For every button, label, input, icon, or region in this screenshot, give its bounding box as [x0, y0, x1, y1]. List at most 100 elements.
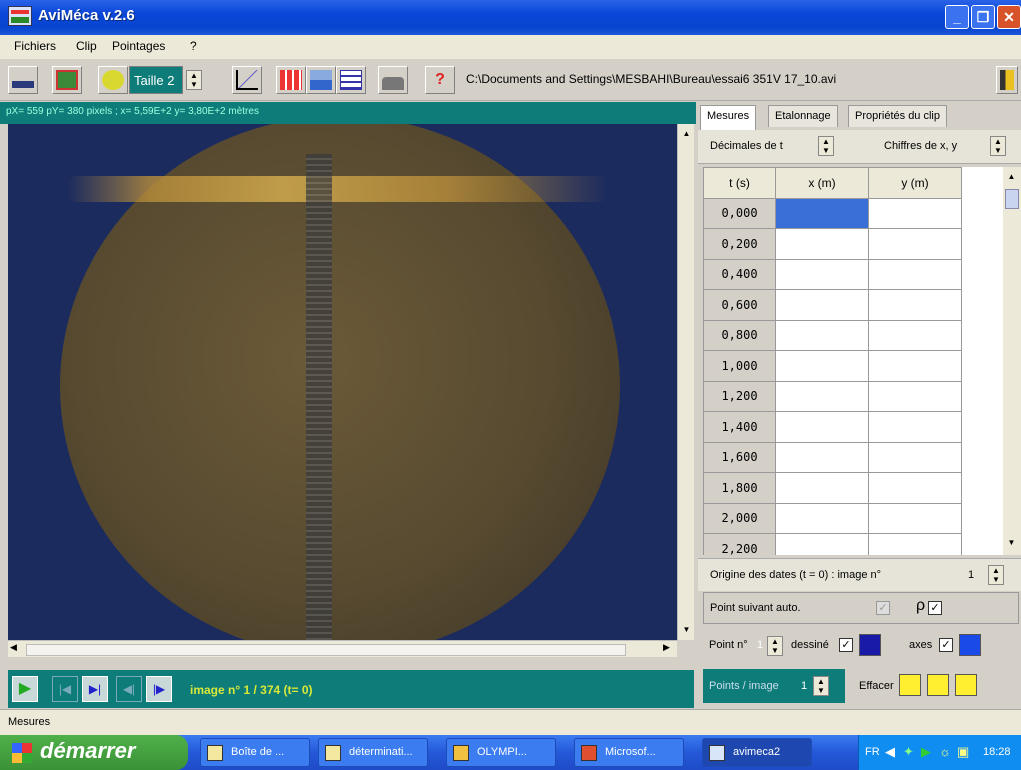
x-cell[interactable] [775, 319, 869, 351]
point-pin-checkbox[interactable]: ✓ [928, 601, 942, 615]
menu-pointages[interactable]: Pointages [112, 39, 165, 53]
scroll-up-icon[interactable]: ▲ [681, 126, 692, 142]
scroll-down-icon[interactable]: ▼ [681, 622, 692, 638]
y-cell[interactable] [868, 411, 962, 443]
next-frame-button[interactable]: ▶| [82, 676, 108, 702]
previous-frame-button[interactable]: ◀| [116, 676, 142, 702]
time-cell: 2,000 [703, 502, 776, 534]
graph-button[interactable] [232, 66, 262, 94]
origin-spinner[interactable]: ▲ ▼ [988, 565, 1004, 585]
video-horizontal-scrollbar[interactable]: ◀ ▶ [8, 640, 677, 657]
table-scrollbar[interactable]: ▲ ▼ [1003, 167, 1021, 555]
time-cell: 1,200 [703, 380, 776, 412]
x-cell[interactable] [775, 350, 869, 382]
x-cell[interactable] [775, 533, 869, 555]
point-color-button[interactable] [859, 634, 881, 656]
x-cell[interactable] [775, 502, 869, 534]
tab-etalonnage[interactable]: Etalonnage [768, 105, 838, 127]
table-scroll-up-icon[interactable]: ▲ [1006, 169, 1017, 185]
tray-media-icon[interactable]: ▶ [921, 744, 931, 760]
x-cell[interactable] [775, 228, 869, 260]
tray-app-icon[interactable]: ✦ [903, 744, 914, 760]
y-cell[interactable] [868, 533, 962, 555]
origin-tool-button[interactable] [98, 66, 128, 94]
task-microsoft[interactable]: Microsof... [574, 738, 684, 767]
exit-button[interactable] [996, 66, 1018, 94]
x-cell[interactable] [775, 380, 869, 412]
table-button[interactable] [276, 66, 306, 94]
video-frame[interactable] [8, 124, 677, 640]
table-scroll-thumb[interactable] [1005, 189, 1019, 209]
menu-clip[interactable]: Clip [76, 39, 97, 53]
points-image-spinner[interactable]: ▲ ▼ [813, 676, 829, 696]
menu-help[interactable]: ? [190, 39, 197, 53]
maximize-button[interactable]: ❐ [971, 5, 995, 29]
dessine-checkbox[interactable]: ✓ [839, 638, 853, 652]
play-button[interactable]: ▶ [12, 676, 38, 702]
last-frame-button[interactable]: |▶ [146, 676, 172, 702]
x-cell[interactable] [775, 289, 869, 321]
erase-line-button[interactable] [927, 674, 949, 696]
export-button[interactable] [336, 66, 366, 94]
decimals-t-label: Décimales de t [710, 140, 783, 152]
size-selector[interactable]: Taille 2 [129, 66, 183, 94]
decimals-t-spinner[interactable]: ▲ ▼ [818, 136, 834, 156]
point-label: Point n° [709, 639, 748, 651]
point-auto-checkbox[interactable]: ✓ [876, 601, 890, 615]
close-button[interactable]: ✕ [997, 5, 1021, 29]
chart-button[interactable] [306, 66, 336, 94]
scroll-left-icon[interactable]: ◀ [10, 642, 17, 653]
time-cell: 1,000 [703, 350, 776, 382]
minimize-button[interactable]: _ [945, 5, 969, 29]
open-clip-button[interactable] [52, 66, 82, 94]
y-cell[interactable] [868, 472, 962, 504]
tab-mesures[interactable]: Mesures [700, 105, 757, 130]
y-cell[interactable] [868, 319, 962, 351]
tab-proprietes[interactable]: Propriétés du clip [848, 105, 947, 127]
menu-fichiers[interactable]: Fichiers [14, 39, 56, 53]
table-row: 0,600 [703, 289, 1002, 321]
x-cell[interactable] [775, 411, 869, 443]
help-button[interactable]: ? [425, 66, 455, 94]
ruler-tool-button[interactable] [8, 66, 38, 94]
scroll-right-icon[interactable]: ▶ [663, 642, 670, 653]
table-scroll-down-icon[interactable]: ▼ [1006, 535, 1017, 551]
question-icon: ? [435, 71, 445, 88]
task-olympi[interactable]: OLYMPI... [446, 738, 556, 767]
y-cell[interactable] [868, 258, 962, 290]
task-determination[interactable]: déterminati... [318, 738, 428, 767]
y-cell[interactable] [868, 350, 962, 382]
first-frame-button[interactable]: |◀ [52, 676, 78, 702]
y-cell[interactable] [868, 228, 962, 260]
erase-point-button[interactable] [899, 674, 921, 696]
y-cell[interactable] [868, 380, 962, 412]
axes-checkbox[interactable]: ✓ [939, 638, 953, 652]
column-header-t: t (s) [703, 167, 776, 199]
y-cell[interactable] [868, 441, 962, 473]
scroll-thumb[interactable] [26, 644, 626, 656]
axes-color-button[interactable] [959, 634, 981, 656]
y-cell[interactable] [868, 289, 962, 321]
x-cell[interactable] [775, 441, 869, 473]
app-icon [581, 745, 597, 761]
tray-back-icon[interactable]: ◀ [885, 744, 895, 760]
task-boite[interactable]: Boîte de ... [200, 738, 310, 767]
size-spinner[interactable]: ▲ ▼ [186, 70, 202, 90]
language-indicator[interactable]: FR [865, 746, 880, 758]
task-avimeca2[interactable]: avimeca2 [702, 738, 812, 767]
x-cell[interactable] [775, 472, 869, 504]
y-cell[interactable] [868, 197, 962, 229]
table-row: 0,200 [703, 228, 1002, 260]
erase-all-button[interactable] [955, 674, 977, 696]
x-cell[interactable] [775, 197, 869, 229]
x-cell[interactable] [775, 258, 869, 290]
print-button[interactable] [378, 66, 408, 94]
decimals-xy-spinner[interactable]: ▲ ▼ [990, 136, 1006, 156]
dessine-label: dessiné [791, 639, 829, 651]
origin-value: 1 [968, 569, 975, 581]
tray-display-icon[interactable]: ▣ [957, 744, 969, 760]
video-vertical-scrollbar[interactable]: ▲ ▼ [677, 124, 694, 640]
y-cell[interactable] [868, 502, 962, 534]
point-spinner[interactable]: ▲ ▼ [767, 636, 783, 656]
tray-network-icon[interactable]: ☼ [939, 744, 951, 759]
